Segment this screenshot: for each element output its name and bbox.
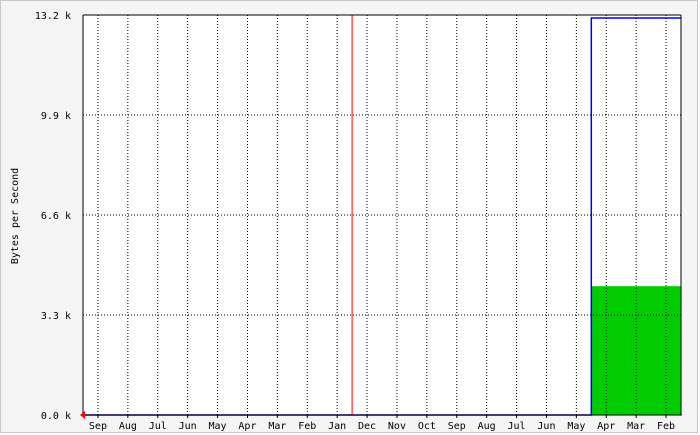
chart-frame: 0.0 k 3.3 k 6.6 k 9.9 k 13.2 k Sep Aug Jul Jun Ma… xyxy=(0,0,698,433)
bytes-per-second-chart: 0.0 k 3.3 k 6.6 k 9.9 k 13.2 k Sep Aug Jul Jun Ma… xyxy=(10,11,682,432)
incoming-area-segment xyxy=(621,286,652,415)
x-tick-label: Feb xyxy=(298,421,316,432)
x-tick-label: Dec xyxy=(358,421,376,432)
x-tick-label: Feb xyxy=(657,421,675,432)
x-tick-label: May xyxy=(567,421,585,432)
x-tick-label: Jul xyxy=(508,421,526,432)
y-tick-label: 0.0 k xyxy=(41,411,71,422)
incoming-area-segment xyxy=(651,286,682,415)
x-tick-label: Mar xyxy=(268,421,286,432)
y-tick-label: 6.6 k xyxy=(41,211,71,222)
x-tick-label: Jun xyxy=(179,421,197,432)
x-tick-label: Oct xyxy=(418,421,436,432)
x-tick-label: Apr xyxy=(597,421,615,432)
x-tick-label: Sep xyxy=(89,421,107,432)
incoming-area-segment xyxy=(591,286,622,415)
plot-area xyxy=(83,15,682,416)
x-tick-label: Aug xyxy=(478,421,496,432)
x-tick-label: May xyxy=(209,421,227,432)
x-tick-label: Mar xyxy=(627,421,645,432)
x-tick-label: Aug xyxy=(119,421,137,432)
y-tick-label: 9.9 k xyxy=(41,111,71,122)
y-tick-label: 13.2 k xyxy=(35,11,71,22)
x-tick-label: Jan xyxy=(328,421,346,432)
y-axis-label: Bytes per Second xyxy=(10,168,21,264)
y-tick-label: 3.3 k xyxy=(41,311,71,322)
x-tick-label: Sep xyxy=(448,421,466,432)
x-tick-label: Apr xyxy=(238,421,256,432)
x-tick-label: Jul xyxy=(149,421,167,432)
x-tick-label: Nov xyxy=(388,421,406,432)
x-tick-label: Jun xyxy=(537,421,555,432)
